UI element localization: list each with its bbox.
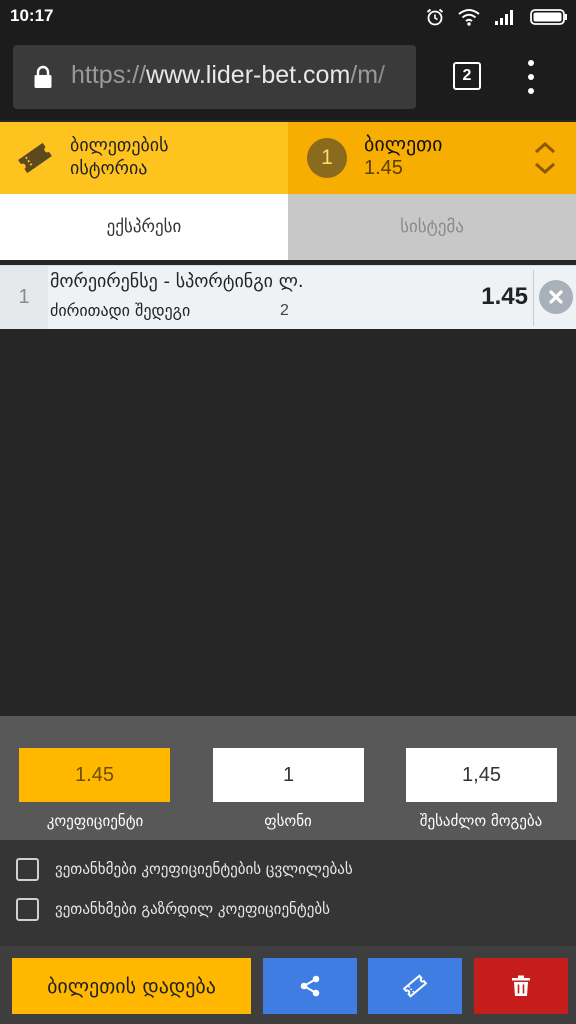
bet-divider — [533, 270, 534, 326]
url-scheme: https:// — [71, 61, 147, 89]
expand-collapse-icon[interactable] — [534, 140, 556, 176]
tab-switcher-button[interactable]: 2 — [453, 62, 481, 90]
browser-menu-icon[interactable] — [520, 60, 542, 94]
ticket-total-odds: 1.45 — [364, 157, 403, 179]
agreements-section: ვეთანხმები კოეფიციენტების ცვლილებას ვეთა… — [0, 840, 576, 946]
accept-increased-odds-label: ვეთანხმები გაზრდილ კოეფიციენტებს — [55, 900, 330, 918]
place-bet-button[interactable]: ბილეთის დადება — [12, 958, 251, 1014]
url-bar[interactable]: https://www.lider-bet.com/m/ — [13, 45, 416, 109]
delete-button[interactable] — [474, 958, 568, 1014]
coefficient-label: კოეფიციენტი — [46, 812, 144, 830]
remove-bet-button[interactable] — [539, 280, 573, 314]
bet-row: 1 მორეირენსე - სპორტინგი ლ. ძირითადი შედ… — [0, 265, 576, 329]
alarm-icon — [426, 8, 444, 26]
browser-toolbar: https://www.lider-bet.com/m/ 2 — [0, 34, 576, 120]
ticket-history-line2: ისტორია — [70, 158, 148, 179]
accept-increased-odds-checkbox[interactable] — [16, 898, 39, 921]
share-button[interactable] — [263, 958, 357, 1014]
coefficient-value: 1.45 — [19, 748, 170, 802]
status-icons — [426, 5, 568, 29]
url-host: www.lider-bet.com — [146, 61, 351, 89]
bet-pick: 2 — [280, 302, 289, 319]
accept-odds-change-label: ვეთანხმები კოეფიციენტების ცვლილებას — [55, 860, 353, 878]
tab-express[interactable]: ექსპრესი — [0, 194, 288, 260]
ticket-history-line1: ბილეთების — [70, 135, 169, 156]
ticket-history-button[interactable]: ბილეთების ისტორია — [0, 122, 288, 194]
possible-win-label: შესაძლო მოგება — [419, 812, 543, 830]
wifi-icon — [458, 9, 480, 26]
bet-odds: 1.45 — [481, 283, 528, 310]
url-fade — [376, 45, 416, 109]
url-text: https://www.lider-bet.com/m/ — [71, 61, 385, 90]
ticket-icon — [18, 142, 52, 174]
action-bar: ბილეთის დადება — [0, 946, 576, 1024]
accept-odds-change-checkbox[interactable] — [16, 858, 39, 881]
bet-summary-panel: 1.45 1 1,45 კოეფიციენტი ფსონი შესაძლო მო… — [0, 716, 576, 840]
ticket-summary[interactable]: 1 ბილეთი 1.45 — [288, 122, 576, 194]
status-bar: 10:17 — [0, 0, 576, 34]
close-icon — [549, 290, 563, 304]
trash-icon — [512, 975, 530, 996]
signal-icon — [495, 10, 513, 25]
ticket-label: ბილეთი — [364, 132, 443, 156]
ticket-button[interactable] — [368, 958, 462, 1014]
status-time: 10:17 — [10, 6, 54, 25]
battery-icon — [530, 9, 567, 25]
ticket-history-label: ბილეთების ისტორია — [70, 134, 169, 180]
ticket-outline-icon — [402, 974, 428, 998]
share-icon — [300, 975, 320, 997]
stake-input[interactable]: 1 — [213, 748, 364, 802]
tab-system[interactable]: სისტემა — [288, 194, 576, 260]
bet-event-name: მორეირენსე - სპორტინგი ლ. — [50, 271, 304, 292]
bet-market: ძირითადი შედეგი — [50, 301, 191, 320]
ticket-count-badge: 1 — [307, 138, 347, 178]
possible-win-value: 1,45 — [406, 748, 557, 802]
stake-label: ფსონი — [264, 812, 312, 830]
bet-index: 1 — [0, 266, 48, 329]
lock-icon — [34, 65, 52, 88]
